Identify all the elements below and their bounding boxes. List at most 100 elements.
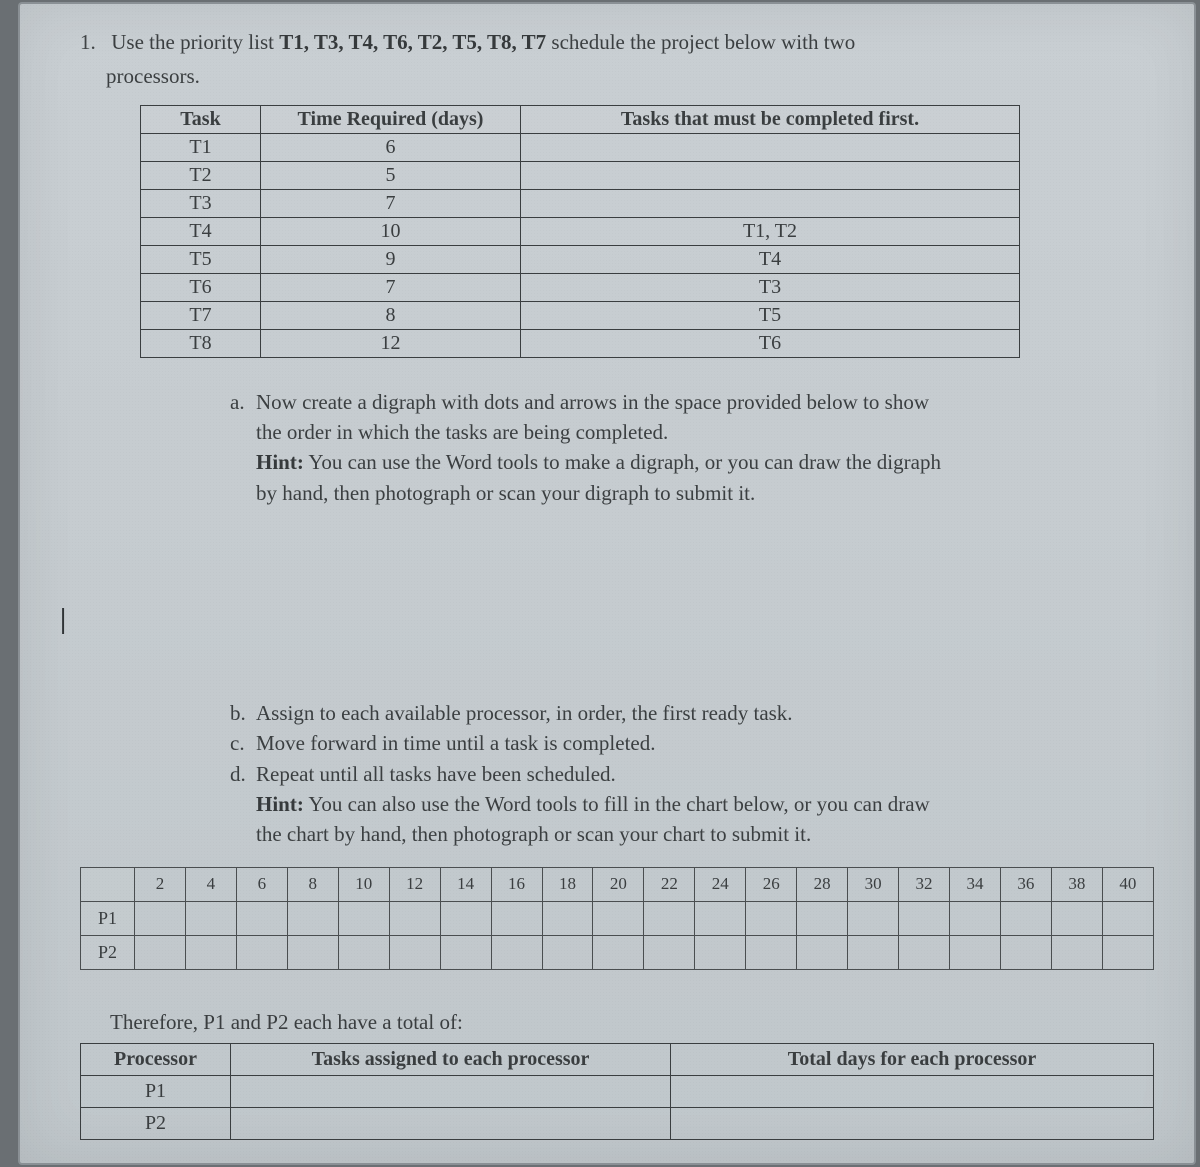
table-row: T16 [141, 133, 1020, 161]
part-d-hint1: You can also use the Word tools to fill … [304, 792, 930, 816]
schedule-cell [185, 935, 236, 969]
task-cell-prereq: T5 [521, 301, 1020, 329]
totals-cell [231, 1107, 671, 1139]
schedule-cell [899, 935, 950, 969]
question-line-2: processors. [106, 62, 1154, 90]
task-cell-task: T7 [141, 301, 261, 329]
schedule-cell [797, 935, 848, 969]
schedule-cell [695, 901, 746, 935]
schedule-cell [440, 935, 491, 969]
task-table-header-row: Task Time Required (days) Tasks that mus… [141, 105, 1020, 133]
task-cell-time: 6 [261, 133, 521, 161]
part-c-text: Move forward in time until a task is com… [256, 731, 656, 755]
schedule-cell [644, 901, 695, 935]
schedule-cell [746, 935, 797, 969]
table-row: T37 [141, 189, 1020, 217]
task-table: Task Time Required (days) Tasks that mus… [140, 105, 1020, 358]
schedule-cell [695, 935, 746, 969]
schedule-time-header: 20 [593, 867, 644, 901]
schedule-cell [542, 901, 593, 935]
schedule-time-header: 14 [440, 867, 491, 901]
schedule-cell [389, 935, 440, 969]
table-row: P1 [81, 1075, 1154, 1107]
task-header-time: Time Required (days) [261, 105, 521, 133]
schedule-header-row: 246810121416182022242628303234363840 [81, 867, 1154, 901]
schedule-cell [542, 935, 593, 969]
schedule-time-header: 36 [1000, 867, 1051, 901]
text-cursor: | [60, 604, 66, 636]
task-cell-task: T6 [141, 273, 261, 301]
schedule-cell [135, 901, 186, 935]
task-cell-time: 10 [261, 217, 521, 245]
schedule-time-header: 38 [1051, 867, 1102, 901]
totals-cell [671, 1075, 1154, 1107]
schedule-cell [797, 901, 848, 935]
schedule-time-header: 30 [848, 867, 899, 901]
schedule-time-header: 6 [236, 867, 287, 901]
schedule-cell [848, 935, 899, 969]
totals-processor: P2 [81, 1107, 231, 1139]
schedule-cell [1102, 935, 1153, 969]
schedule-row-label: P1 [81, 901, 135, 935]
totals-header-processor: Processor [81, 1043, 231, 1075]
table-row: T25 [141, 161, 1020, 189]
q-line1-post: schedule the project below with two [546, 30, 855, 54]
task-cell-task: T1 [141, 133, 261, 161]
schedule-cell [1000, 901, 1051, 935]
table-row: T78T5 [141, 301, 1020, 329]
part-b-text: Assign to each available processor, in o… [256, 701, 793, 725]
schedule-time-header: 18 [542, 867, 593, 901]
priority-list: T1, T3, T4, T6, T2, T5, T8, T7 [279, 30, 546, 54]
schedule-time-header: 32 [899, 867, 950, 901]
part-a-label: a. [230, 388, 256, 416]
task-cell-prereq: T1, T2 [521, 217, 1020, 245]
schedule-time-header: 26 [746, 867, 797, 901]
parts-bcd: b.Assign to each available processor, in… [230, 699, 1110, 849]
schedule-cell [593, 901, 644, 935]
table-row: T59T4 [141, 245, 1020, 273]
schedule-cell [1051, 935, 1102, 969]
part-a-hint-label: Hint: [256, 450, 304, 474]
schedule-cell [236, 935, 287, 969]
task-cell-task: T8 [141, 329, 261, 357]
schedule-time-header: 10 [338, 867, 389, 901]
task-header-task: Task [141, 105, 261, 133]
task-cell-prereq: T6 [521, 329, 1020, 357]
schedule-cell [1102, 901, 1153, 935]
schedule-row-label: P2 [81, 935, 135, 969]
totals-header-days: Total days for each processor [671, 1043, 1154, 1075]
schedule-time-header: 24 [695, 867, 746, 901]
task-cell-prereq [521, 133, 1020, 161]
table-row: T812T6 [141, 329, 1020, 357]
schedule-time-header: 16 [491, 867, 542, 901]
q-line1-pre: Use the priority list [111, 30, 279, 54]
part-a-hint2: by hand, then photograph or scan your di… [256, 479, 1110, 507]
totals-processor: P1 [81, 1075, 231, 1107]
schedule-cell [135, 935, 186, 969]
schedule-cell [848, 901, 899, 935]
task-cell-prereq: T4 [521, 245, 1020, 273]
schedule-cell [746, 901, 797, 935]
task-cell-task: T5 [141, 245, 261, 273]
totals-table: Processor Tasks assigned to each process… [80, 1043, 1154, 1140]
schedule-time-header: 12 [389, 867, 440, 901]
task-cell-prereq [521, 161, 1020, 189]
task-cell-task: T3 [141, 189, 261, 217]
schedule-time-header: 8 [287, 867, 338, 901]
schedule-cell [440, 901, 491, 935]
schedule-time-header: 2 [135, 867, 186, 901]
task-cell-time: 9 [261, 245, 521, 273]
schedule-corner [81, 867, 135, 901]
schedule-cell [950, 901, 1001, 935]
schedule-time-header: 28 [797, 867, 848, 901]
part-b-label: b. [230, 699, 256, 727]
worksheet-page: 1. Use the priority list T1, T3, T4, T6,… [20, 4, 1194, 1163]
totals-cell [231, 1075, 671, 1107]
schedule-time-header: 40 [1102, 867, 1153, 901]
digraph-workspace [80, 509, 1154, 689]
task-cell-time: 7 [261, 273, 521, 301]
part-d-text: Repeat until all tasks have been schedul… [256, 762, 616, 786]
schedule-row: P1 [81, 901, 1154, 935]
schedule-cell [185, 901, 236, 935]
schedule-cell [338, 901, 389, 935]
